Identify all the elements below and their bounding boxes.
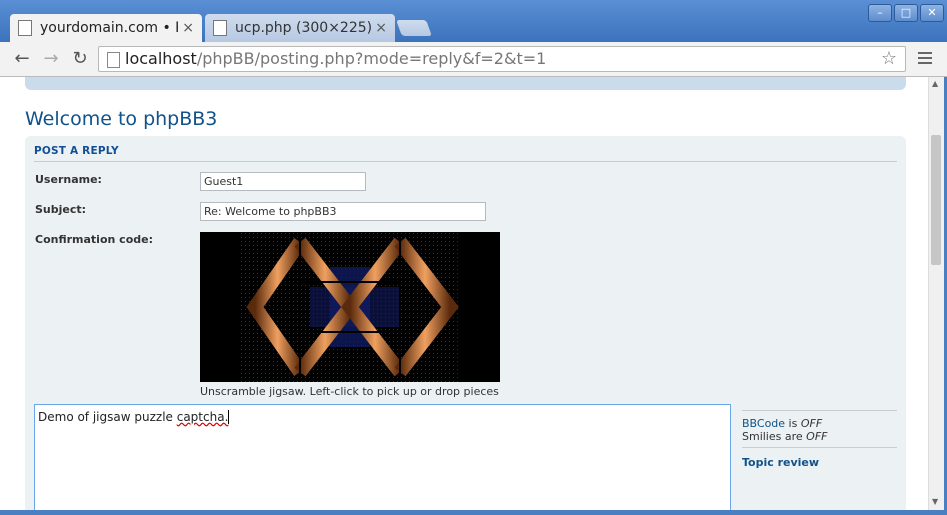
divider (34, 161, 897, 162)
divider (742, 447, 897, 448)
page-icon (107, 52, 120, 68)
username-input[interactable]: Guest1 (200, 172, 366, 191)
bbcode-is: is (785, 417, 801, 430)
scroll-down-icon[interactable]: ▼ (932, 497, 938, 506)
smilies-text: Smilies are (742, 430, 807, 443)
close-icon[interactable]: × (182, 20, 194, 36)
address-bar[interactable]: localhost/phpBB/posting.php?mode=reply&f… (98, 46, 906, 72)
page-viewport: Welcome to phpBB3 POST A REPLY Username:… (0, 77, 928, 510)
new-tab-button[interactable] (396, 20, 432, 36)
bbcode-status: BBCode is OFF (742, 417, 822, 430)
back-arrow-icon[interactable]: ← (12, 49, 32, 69)
url-path: /phpBB/posting.php?mode=reply&f=2&t=1 (196, 49, 547, 68)
close-window-button[interactable]: ✕ (920, 4, 944, 22)
scroll-up-icon[interactable]: ▲ (932, 79, 938, 88)
page-title: Welcome to phpBB3 (25, 108, 218, 130)
confirmation-code-label: Confirmation code: (35, 233, 153, 246)
vertical-scrollbar[interactable]: ▲ ▼ (928, 77, 944, 510)
message-textarea[interactable]: Demo of jigsaw puzzle captcha. (34, 404, 731, 510)
tab-yourdomain[interactable]: yourdomain.com • Po × (10, 14, 202, 42)
message-text: Demo of jigsaw puzzle (38, 410, 177, 424)
jigsaw-image (200, 232, 500, 382)
forum-navbar (25, 77, 906, 90)
subject-input[interactable]: Re: Welcome to phpBB3 (200, 202, 486, 221)
minimize-button[interactable]: – (868, 4, 892, 22)
panel-title: POST A REPLY (34, 145, 119, 157)
smilies-state: OFF (806, 430, 828, 443)
maximize-button[interactable]: □ (894, 4, 918, 22)
reload-icon[interactable]: ↻ (70, 49, 90, 69)
browser-toolbar: ← → ↻ localhost/phpBB/posting.php?mode=r… (0, 42, 947, 77)
url-host: localhost (125, 49, 197, 68)
page-icon (18, 20, 32, 36)
post-reply-panel: POST A REPLY Username: Guest1 Subject: R… (25, 136, 906, 510)
browser-titlebar: yourdomain.com • Po × ucp.php (300×225) … (0, 0, 947, 42)
close-icon[interactable]: × (375, 20, 387, 36)
bbcode-link[interactable]: BBCode (742, 417, 785, 430)
page-icon (213, 20, 227, 36)
bbcode-state: OFF (800, 417, 823, 430)
misspelled-word: captcha. (176, 410, 229, 424)
captcha-hint: Unscramble jigsaw. Left-click to pick up… (200, 385, 499, 398)
subject-label: Subject: (35, 203, 87, 216)
divider (742, 410, 897, 411)
text-cursor (228, 410, 230, 424)
scrollbar-thumb[interactable] (931, 135, 941, 265)
jigsaw-captcha[interactable] (200, 232, 500, 382)
tab-ucp[interactable]: ucp.php (300×225) × (205, 14, 395, 42)
smilies-status: Smilies are OFF (742, 430, 827, 443)
forward-arrow-icon[interactable]: → (41, 49, 61, 69)
bookmark-star-icon[interactable]: ☆ (881, 47, 897, 71)
tab-title: ucp.php (300×225) (235, 20, 372, 36)
tab-title: yourdomain.com • Po (40, 20, 179, 36)
menu-icon[interactable] (918, 52, 932, 67)
username-label: Username: (35, 173, 102, 186)
topic-review-link[interactable]: Topic review (742, 456, 819, 469)
